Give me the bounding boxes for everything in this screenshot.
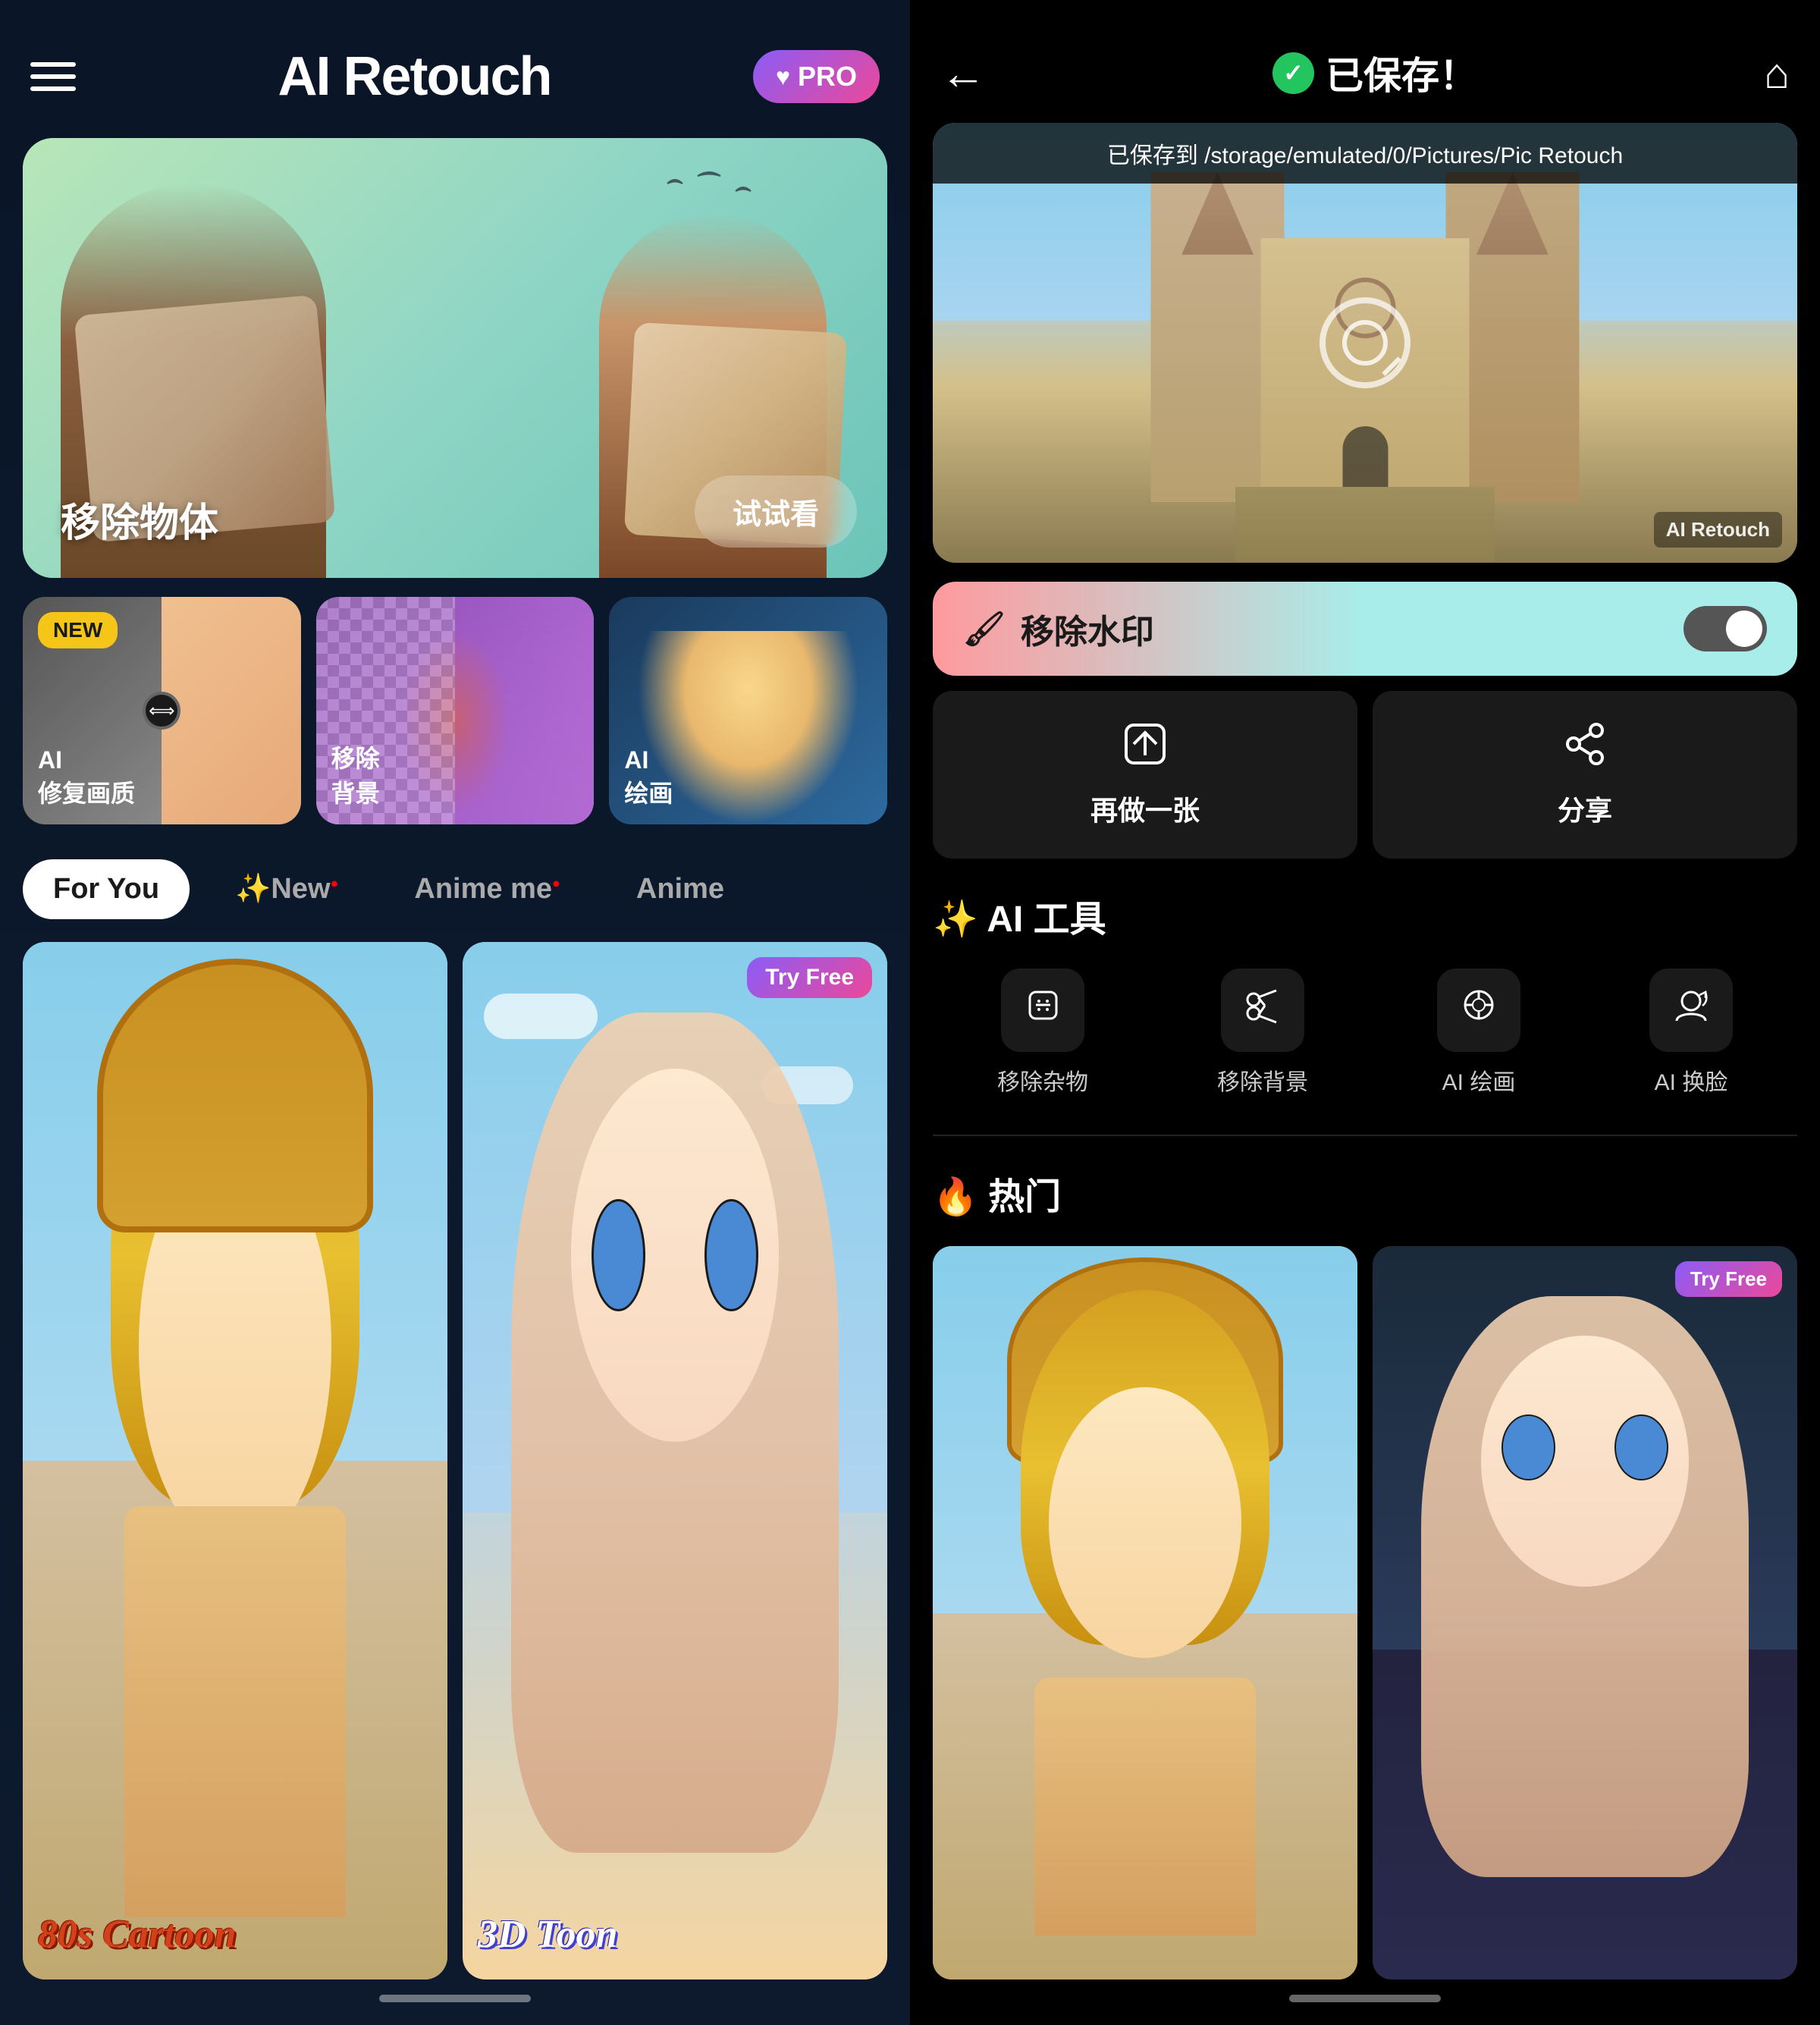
toon3d-title: 3D Toon bbox=[478, 1912, 617, 1957]
split-icon: ⟺ bbox=[143, 692, 180, 730]
ai-retouch-watermark: AI Retouch bbox=[1654, 512, 1782, 548]
bottom-indicator bbox=[379, 1995, 531, 2002]
tab-new[interactable]: ✨New● bbox=[205, 859, 369, 919]
eye-left bbox=[592, 1199, 645, 1311]
toggle-switch[interactable] bbox=[1684, 606, 1767, 651]
tool-label-2: 移除背景 bbox=[1217, 1063, 1308, 1097]
bandage-icon bbox=[1022, 984, 1064, 1036]
hot-section-title: 🔥 热门 bbox=[933, 1166, 1797, 1220]
tool-remove-objects[interactable]: 移除杂物 bbox=[997, 969, 1088, 1097]
tab-for-you[interactable]: For You bbox=[23, 859, 190, 919]
hot-eye-right bbox=[1614, 1414, 1668, 1480]
search-watermark bbox=[1342, 320, 1388, 366]
tab-anime-me[interactable]: Anime me● bbox=[384, 859, 591, 919]
eye-right bbox=[704, 1199, 758, 1311]
pro-badge[interactable]: ♥ PRO bbox=[753, 50, 880, 103]
tabs-section: For You ✨New● Anime me● Anime bbox=[23, 847, 887, 942]
share-button[interactable]: 分享 bbox=[1373, 691, 1797, 859]
tool-label-4: AI 换脸 bbox=[1655, 1063, 1728, 1097]
redo-icon bbox=[1122, 721, 1168, 777]
feature-card-paint[interactable]: AI绘画 bbox=[609, 597, 887, 824]
tab-anime[interactable]: Anime bbox=[606, 859, 755, 919]
body-hot bbox=[1034, 1678, 1255, 1936]
paint-icon bbox=[1458, 984, 1500, 1036]
feature-card-background[interactable]: 移除背景 bbox=[316, 597, 595, 824]
hero-try-button[interactable]: 试试看 bbox=[695, 476, 857, 548]
anime-girl-3dtoon bbox=[463, 942, 887, 1979]
watermark-overlay bbox=[1320, 297, 1410, 388]
tool-icon-wrap-2 bbox=[1221, 969, 1304, 1052]
face-swap-icon bbox=[1671, 984, 1712, 1036]
app-title: AI Retouch bbox=[278, 46, 551, 108]
feature-card-restore[interactable]: ⟺ NEW AI修复画质 bbox=[23, 597, 301, 824]
tool-ai-paint[interactable]: AI 绘画 bbox=[1437, 969, 1520, 1097]
ai-tools-grid: 移除杂物 移除背景 bbox=[933, 969, 1797, 1097]
action-buttons: 再做一张 分享 bbox=[933, 691, 1797, 859]
left-header: AI Retouch ♥ PRO bbox=[23, 0, 887, 138]
tool-label-3: AI 绘画 bbox=[1442, 1063, 1516, 1097]
church-image: AI Retouch bbox=[933, 123, 1797, 563]
scissors-icon bbox=[1242, 984, 1284, 1036]
hot-eye-left bbox=[1502, 1414, 1555, 1480]
left-panel: AI Retouch ♥ PRO 移除物体 试试看 bbox=[0, 0, 910, 2025]
content-card-cartoon[interactable]: 80s Cartoon bbox=[23, 942, 447, 1979]
watermark-label: 🖌 移除水印 bbox=[963, 604, 1154, 653]
home-button[interactable]: ⌂ bbox=[1764, 49, 1790, 98]
check-icon: ✓ bbox=[1272, 52, 1314, 94]
saved-path: 已保存到 /storage/emulated/0/Pictures/Pic Re… bbox=[933, 123, 1797, 184]
hot-card-cartoon[interactable] bbox=[933, 1246, 1357, 1979]
cartoon-title: 80s Cartoon bbox=[38, 1912, 237, 1957]
card-label-paint: AI绘画 bbox=[624, 746, 673, 809]
menu-button[interactable] bbox=[30, 62, 76, 91]
redo-button[interactable]: 再做一张 bbox=[933, 691, 1357, 859]
right-panel: ← ✓ 已保存！ ⌂ 已保存到 /storage/emulated/0/Pict… bbox=[910, 0, 1820, 2025]
feature-cards-row: ⟺ NEW AI修复画质 移除背景 AI绘画 bbox=[23, 597, 887, 824]
right-header: ← ✓ 已保存！ ⌂ bbox=[933, 0, 1797, 123]
try-free-badge-hot: Try Free bbox=[1675, 1261, 1782, 1297]
back-button[interactable]: ← bbox=[940, 47, 986, 99]
tool-icon-wrap-3 bbox=[1437, 969, 1520, 1052]
content-card-3dtoon[interactable]: Try Free 3D Toon bbox=[463, 942, 887, 1979]
spire-left bbox=[1158, 172, 1278, 255]
hot-anime-girl-1 bbox=[933, 1246, 1357, 1979]
tool-icon-wrap-4 bbox=[1649, 969, 1733, 1052]
anime-girl-cartoon bbox=[23, 942, 447, 1979]
right-bottom-bar bbox=[933, 1979, 1797, 2025]
tool-ai-face-swap[interactable]: AI 换脸 bbox=[1649, 969, 1733, 1097]
try-free-badge: Try Free bbox=[747, 957, 872, 998]
content-grid: 80s Cartoon Try Free bbox=[23, 942, 887, 1979]
new-badge: NEW bbox=[38, 612, 118, 648]
hero-banner[interactable]: 移除物体 试试看 bbox=[23, 138, 887, 578]
tool-label-1: 移除杂物 bbox=[997, 1063, 1088, 1097]
brush-icon: 🖌 bbox=[963, 609, 1006, 648]
remove-watermark-row[interactable]: 🖌 移除水印 bbox=[933, 582, 1797, 676]
share-label: 分享 bbox=[1558, 789, 1612, 828]
right-bottom-indicator bbox=[1289, 1995, 1441, 2002]
hero-title: 移除物体 bbox=[61, 491, 218, 548]
spire-right bbox=[1452, 172, 1572, 255]
tool-icon-wrap-1 bbox=[1001, 969, 1084, 1052]
image-preview: 已保存到 /storage/emulated/0/Pictures/Pic Re… bbox=[933, 123, 1797, 563]
divider bbox=[933, 1135, 1797, 1136]
heart-icon: ♥ bbox=[776, 63, 790, 91]
saved-label: 已保存！ bbox=[1326, 46, 1477, 100]
card-label-restore: AI修复画质 bbox=[38, 746, 135, 809]
redo-label: 再做一张 bbox=[1090, 789, 1200, 828]
road bbox=[1235, 487, 1495, 563]
toggle-knob bbox=[1726, 611, 1762, 647]
hot-grid: Try Free bbox=[933, 1246, 1797, 1979]
hat bbox=[97, 959, 373, 1232]
card-label-bg: 移除背景 bbox=[331, 739, 380, 809]
tabs-header: For You ✨New● Anime me● Anime bbox=[23, 847, 887, 942]
face-hot bbox=[1049, 1387, 1242, 1658]
bottom-bar bbox=[23, 1979, 887, 2025]
tool-remove-bg[interactable]: 移除背景 bbox=[1217, 969, 1308, 1097]
hot-card-3dtoon[interactable]: Try Free bbox=[1373, 1246, 1797, 1979]
saved-status: ✓ 已保存！ bbox=[1272, 46, 1477, 100]
hot-anime-girl-2 bbox=[1373, 1246, 1797, 1979]
ai-tools-title: ✨ AI 工具 bbox=[933, 889, 1797, 942]
body bbox=[124, 1506, 345, 1917]
share-icon bbox=[1562, 721, 1608, 777]
